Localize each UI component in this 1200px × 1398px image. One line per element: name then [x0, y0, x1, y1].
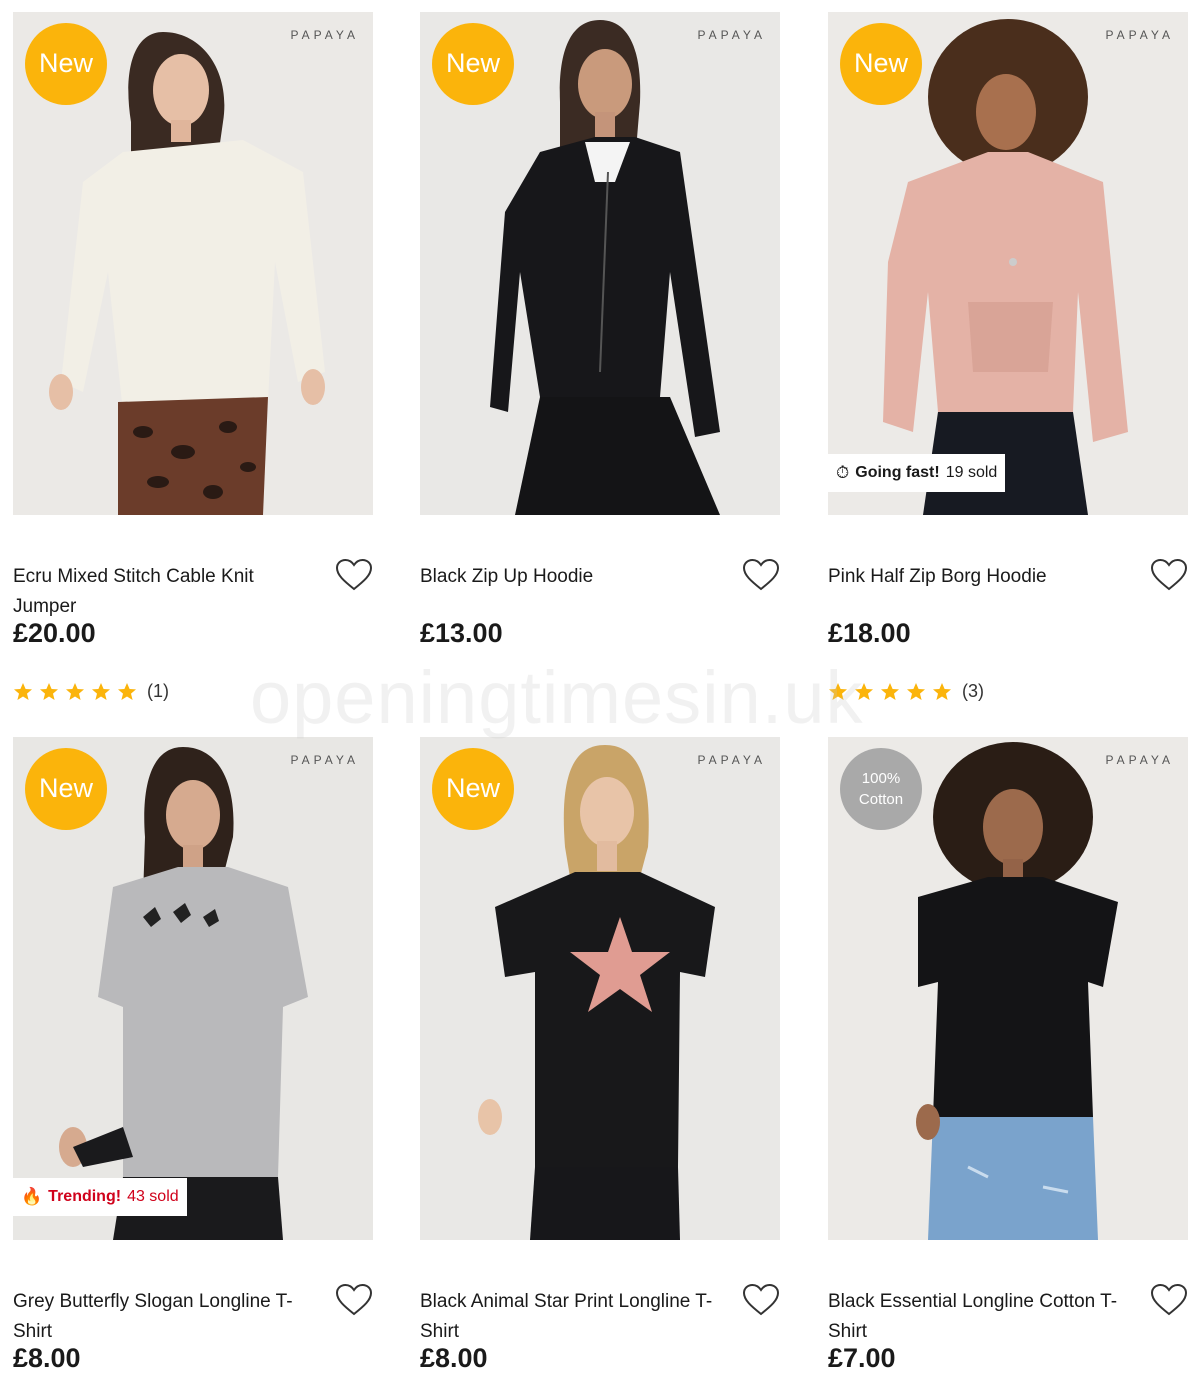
heart-icon[interactable]: [742, 1283, 780, 1317]
star-icon: [14, 682, 32, 700]
cotton-badge: 100% Cotton: [840, 748, 922, 830]
star-icon: [881, 682, 899, 700]
product-price: £8.00: [420, 1343, 488, 1373]
product-title[interactable]: Black Essential Longline Cotton T-Shirt: [828, 1287, 1128, 1347]
new-badge: New: [25, 23, 107, 105]
product-image[interactable]: New PAPAYA 🔥 Trending! 43 sold: [13, 737, 373, 1240]
star-icon: [40, 682, 58, 700]
brand-label: PAPAYA: [1105, 753, 1174, 767]
rating: (1): [13, 681, 169, 702]
product-image[interactable]: New PAPAYA: [13, 12, 373, 515]
new-badge: New: [432, 748, 514, 830]
new-badge: New: [840, 23, 922, 105]
heart-icon[interactable]: [1150, 558, 1188, 592]
product-title[interactable]: Grey Butterfly Slogan Longline T-Shirt: [13, 1287, 313, 1347]
new-badge: New: [25, 748, 107, 830]
star-icon: [855, 682, 873, 700]
brand-label: PAPAYA: [290, 28, 359, 42]
new-badge: New: [432, 23, 514, 105]
tag-count: 43 sold: [127, 1188, 179, 1205]
stopwatch-icon: ⏱: [836, 463, 850, 482]
product-image[interactable]: New PAPAYA: [420, 12, 780, 515]
heart-icon[interactable]: [335, 1283, 373, 1317]
star-icon: [829, 682, 847, 700]
star-icon: [933, 682, 951, 700]
star-icon: [118, 682, 136, 700]
rating-count[interactable]: (1): [147, 681, 169, 702]
tag-label: Going fast!: [855, 464, 940, 481]
brand-label: PAPAYA: [697, 753, 766, 767]
product-price: £18.00: [828, 618, 911, 648]
rating: (3): [828, 681, 984, 702]
product-title[interactable]: Pink Half Zip Borg Hoodie: [828, 562, 1128, 592]
star-icon: [92, 682, 110, 700]
heart-icon[interactable]: [742, 558, 780, 592]
star-icon: [907, 682, 925, 700]
product-grid: New PAPAYA Ecru Mixed Stitch Cable Knit …: [0, 0, 1200, 1398]
product-title[interactable]: Ecru Mixed Stitch Cable Knit Jumper: [13, 562, 313, 622]
tag-count: 19 sold: [945, 464, 998, 481]
star-icon: [66, 682, 84, 700]
heart-icon[interactable]: [335, 558, 373, 592]
tag-label: Trending!: [48, 1188, 122, 1205]
product-price: £20.00: [13, 618, 96, 648]
product-image[interactable]: New PAPAYA: [420, 737, 780, 1240]
product-image[interactable]: New PAPAYA ⏱ Going fast! 19 sold: [828, 12, 1188, 515]
product-price: £7.00: [828, 1343, 896, 1373]
brand-label: PAPAYA: [697, 28, 766, 42]
fire-icon: 🔥: [21, 1187, 43, 1206]
product-price: £8.00: [13, 1343, 81, 1373]
heart-icon[interactable]: [1150, 1283, 1188, 1317]
product-title[interactable]: Black Animal Star Print Longline T-Shirt: [420, 1287, 720, 1347]
trending-tag: 🔥 Trending! 43 sold: [13, 1178, 187, 1216]
rating-count[interactable]: (3): [962, 681, 984, 702]
brand-label: PAPAYA: [290, 753, 359, 767]
brand-label: PAPAYA: [1105, 28, 1174, 42]
product-title[interactable]: Black Zip Up Hoodie: [420, 562, 720, 592]
product-image[interactable]: 100% Cotton PAPAYA: [828, 737, 1188, 1240]
product-price: £13.00: [420, 618, 503, 648]
going-fast-tag: ⏱ Going fast! 19 sold: [828, 454, 1006, 492]
